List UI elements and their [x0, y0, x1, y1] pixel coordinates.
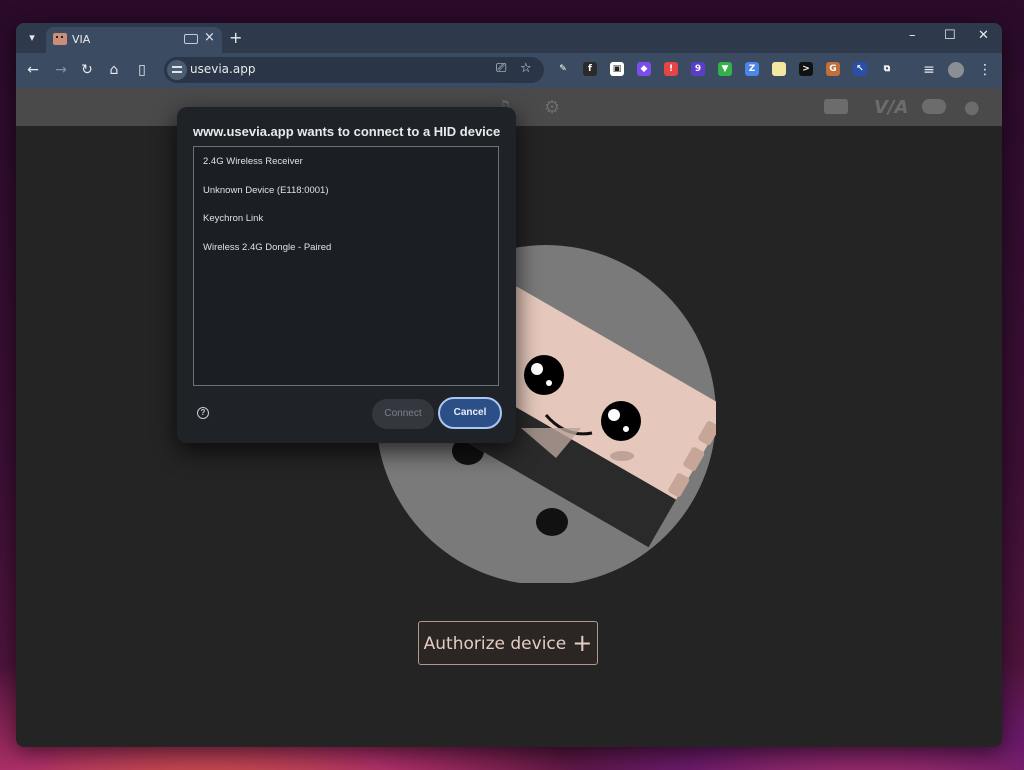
home-button[interactable]: ⌂	[105, 61, 123, 79]
help-icon[interactable]: ?	[197, 407, 209, 419]
mascot-right-foot	[536, 508, 568, 536]
device-list-item[interactable]: Unknown Device (E118:0001)	[194, 177, 498, 206]
authorize-device-label: Authorize device	[423, 634, 567, 654]
via-logo[interactable]: V/A	[874, 97, 908, 118]
tab-media-icon[interactable]	[184, 34, 198, 44]
new-tab-button[interactable]: +	[229, 28, 242, 47]
mascot-cheek	[610, 451, 634, 461]
browser-window: ▾ VIA × + – ☐ ✕ ← → ↻ ⌂ ▯ usevia.app ⎚ ☆…	[16, 23, 1002, 747]
install-app-icon[interactable]: ⎚	[496, 61, 506, 76]
url-text[interactable]: usevia.app	[190, 62, 255, 76]
device-list-item[interactable]: Keychron Link	[194, 205, 498, 234]
address-bar[interactable]: usevia.app ⎚ ☆	[164, 57, 544, 83]
device-list-item[interactable]: Wireless 2.4G Dongle - Paired	[194, 234, 498, 263]
menu-kebab-icon[interactable]: ⋮	[976, 61, 994, 79]
forward-button[interactable]: →	[52, 61, 70, 79]
alert-extension-icon[interactable]: !	[664, 62, 678, 76]
shield-extension-icon[interactable]: ▼	[718, 62, 732, 76]
minimize-button[interactable]: –	[909, 28, 916, 43]
site-info-icon[interactable]	[167, 60, 187, 80]
eye-highlight	[531, 363, 543, 375]
eye-highlight	[546, 380, 552, 386]
note-extension-icon[interactable]	[772, 62, 786, 76]
tab-via[interactable]: VIA ×	[46, 27, 222, 53]
browser-toolbar: ← → ↻ ⌂ ▯ usevia.app ⎚ ☆ ✎ f ▣ ◆! 9 ▼ Z > G ↖ ⧉ ≡ …	[16, 53, 1002, 88]
back-button[interactable]: ←	[24, 61, 42, 79]
cursor-extension-icon[interactable]: ↖	[853, 62, 867, 76]
reload-button[interactable]: ↻	[78, 61, 96, 79]
via-favicon-icon	[53, 33, 67, 45]
eye-highlight	[608, 409, 620, 421]
translate-extension-icon[interactable]: Z	[745, 62, 759, 76]
keyboard-design-icon[interactable]	[824, 99, 848, 114]
tab-extension-icon[interactable]: ▣	[610, 62, 624, 76]
maximize-button[interactable]: ☐	[944, 28, 956, 43]
cancel-button[interactable]: Cancel	[438, 397, 502, 429]
authorize-device-button[interactable]: Authorize device +	[418, 621, 598, 665]
connect-button[interactable]: Connect	[372, 399, 434, 429]
plus-icon: +	[572, 629, 593, 657]
tab-search-chevron-icon[interactable]: ▾	[22, 29, 42, 47]
profile-avatar[interactable]	[948, 62, 964, 78]
mascot-left-eye	[524, 355, 564, 395]
g-extension-icon[interactable]: G	[826, 62, 840, 76]
eye-highlight	[623, 426, 629, 432]
mascot-right-eye	[601, 401, 641, 441]
eyedropper-icon[interactable]: ✎	[556, 62, 570, 76]
badge-extension-icon[interactable]: 9	[691, 62, 705, 76]
hid-device-list[interactable]: 2.4G Wireless Receiver Unknown Device (E…	[193, 146, 499, 386]
settings-gear-icon[interactable]: ⚙	[544, 97, 560, 118]
puzzle-extension-icon[interactable]: ⧉	[880, 62, 894, 76]
github-icon[interactable]: ●	[964, 97, 980, 118]
tab-close-icon[interactable]: ×	[204, 30, 215, 45]
reading-mode-icon[interactable]: ▯	[133, 61, 151, 79]
terminal-extension-icon[interactable]: >	[799, 62, 813, 76]
tab-title: VIA	[72, 33, 91, 46]
discord-icon[interactable]	[922, 99, 946, 114]
fx-extension-icon[interactable]: f	[583, 62, 597, 76]
close-window-button[interactable]: ✕	[978, 28, 989, 43]
tab-strip: ▾ VIA × + – ☐ ✕	[16, 23, 1002, 53]
flame-extension-icon[interactable]: ◆	[637, 62, 651, 76]
device-list-item[interactable]: 2.4G Wireless Receiver	[194, 148, 498, 177]
dialog-title: www.usevia.app wants to connect to a HID…	[193, 124, 501, 139]
hid-permission-dialog: www.usevia.app wants to connect to a HID…	[177, 107, 516, 443]
playlist-icon[interactable]: ≡	[920, 61, 938, 79]
bookmark-star-icon[interactable]: ☆	[520, 61, 532, 76]
